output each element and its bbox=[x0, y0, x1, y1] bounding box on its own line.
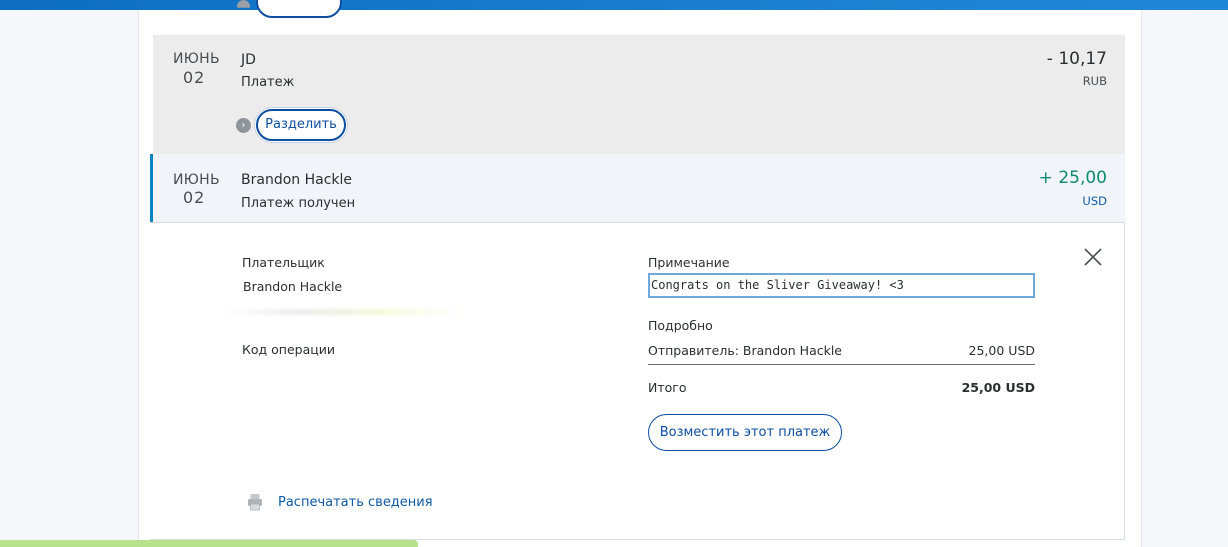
split-button[interactable]: Разделить bbox=[256, 109, 346, 141]
transaction-currency: RUB bbox=[1082, 74, 1107, 88]
transaction-currency: USD bbox=[1082, 194, 1107, 208]
transaction-amount: + 25,00 bbox=[1038, 168, 1107, 188]
chevron-right-icon: › bbox=[236, 118, 251, 133]
transaction-id-label: Код операции bbox=[242, 342, 335, 357]
total-amount: 25,00 USD bbox=[961, 380, 1035, 395]
transaction-row-selected[interactable]: ИЮНЬ 02 Brandon Hackle Платеж получен + … bbox=[150, 154, 1125, 222]
split-button-partial[interactable] bbox=[256, 0, 342, 18]
divider bbox=[648, 364, 1035, 365]
note-label: Примечание bbox=[648, 255, 730, 270]
transaction-day: 02 bbox=[183, 68, 206, 87]
bottom-banner-edge bbox=[0, 540, 418, 547]
transaction-row[interactable]: ИЮНЬ 02 JD Платеж - 10,17 RUB › Разделит… bbox=[153, 35, 1125, 154]
printer-icon[interactable] bbox=[247, 493, 263, 511]
transaction-type: Платеж получен bbox=[241, 196, 356, 211]
print-details-link[interactable]: Распечатать сведения bbox=[278, 495, 433, 510]
transaction-name: JD bbox=[241, 52, 256, 68]
top-header-bar bbox=[0, 0, 1228, 10]
payer-label: Плательщик bbox=[242, 255, 325, 270]
sender-line: Отправитель: Brandon Hackle 25,00 USD bbox=[648, 343, 1035, 358]
refund-button[interactable]: Возместить этот платеж bbox=[648, 414, 842, 451]
total-label: Итого bbox=[648, 380, 687, 395]
transaction-month: ИЮНЬ bbox=[173, 51, 220, 67]
note-field[interactable]: Congrats on the Sliver Giveaway! <3 bbox=[648, 273, 1035, 298]
total-line: Итого 25,00 USD bbox=[648, 380, 1035, 395]
payer-name: Brandon Hackle bbox=[243, 279, 343, 294]
transaction-month: ИЮНЬ bbox=[173, 172, 220, 188]
breakdown-label: Подробно bbox=[648, 318, 713, 333]
transaction-type: Платеж bbox=[241, 75, 295, 90]
transaction-name: Brandon Hackle bbox=[241, 172, 353, 188]
close-icon[interactable] bbox=[1083, 247, 1103, 267]
sender-line-label: Отправитель: Brandon Hackle bbox=[648, 343, 843, 358]
transaction-amount: - 10,17 bbox=[1046, 49, 1107, 69]
transaction-details-panel: Плательщик Brandon Hackle Код операции П… bbox=[150, 222, 1125, 540]
transaction-day: 02 bbox=[183, 188, 206, 207]
redacted-area bbox=[222, 309, 462, 315]
sender-line-amount: 25,00 USD bbox=[968, 343, 1035, 358]
